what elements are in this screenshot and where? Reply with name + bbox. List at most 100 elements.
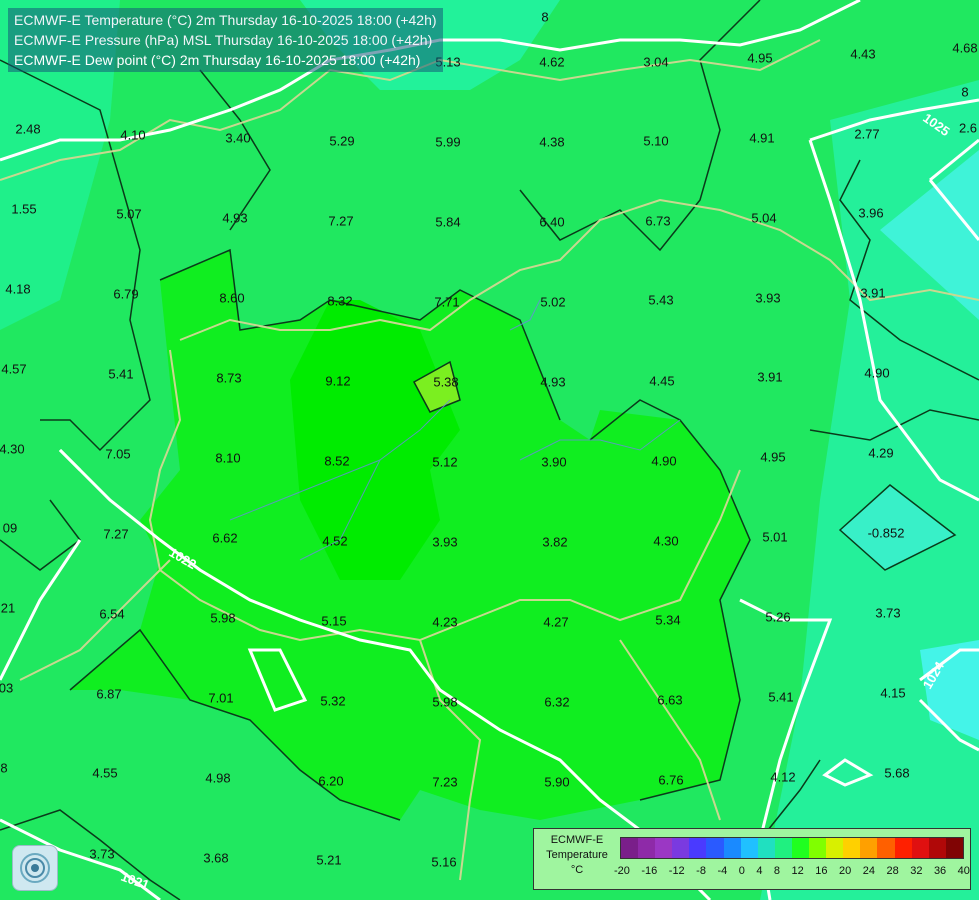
- temperature-value: 7.23: [432, 774, 458, 790]
- temperature-value: 4.10: [120, 127, 146, 143]
- scale-swatch: [945, 838, 963, 858]
- temperature-value: 8.32: [327, 293, 353, 309]
- scale-tick-label: -8: [696, 865, 706, 877]
- temperature-value: 5.43: [648, 292, 674, 308]
- scale-color-bar: [620, 837, 964, 859]
- scale-tick-label: 24: [862, 865, 875, 877]
- temperature-value: 5.02: [540, 294, 566, 310]
- temperature-value: 7.27: [328, 213, 354, 229]
- ecmwf-logo: [12, 845, 58, 891]
- temperature-value: 4.68: [952, 40, 978, 56]
- temperature-value: 4.30: [653, 533, 679, 549]
- scale-tick-label: 20: [839, 865, 852, 877]
- temperature-value: 4.95: [760, 449, 786, 465]
- temperature-value: 2.77: [854, 126, 880, 142]
- scale-swatch: [689, 838, 707, 858]
- temperature-value: 4.90: [864, 365, 890, 381]
- temperature-value: 3.68: [203, 850, 229, 866]
- temperature-value: 2.6: [958, 120, 978, 136]
- scale-tick-label: 16: [815, 865, 828, 877]
- scale-tick-label: 8: [773, 865, 781, 877]
- temperature-value: 4.93: [222, 210, 248, 226]
- temperature-value: 4.27: [543, 614, 569, 630]
- temperature-value: 5.15: [321, 613, 347, 629]
- temperature-value: 9.12: [325, 373, 351, 389]
- temperature-value: 5.38: [433, 374, 459, 390]
- scale-tick-label: 12: [791, 865, 804, 877]
- temperature-value: 3.96: [858, 205, 884, 221]
- temperature-value: 5.04: [751, 210, 777, 226]
- weather-map[interactable]: 1025 1022 1021 1024: [0, 0, 979, 900]
- temperature-value: 4.62: [539, 54, 565, 70]
- temperature-value: 5.34: [655, 612, 681, 628]
- scale-tick-label: 32: [910, 865, 923, 877]
- temperature-value: 3.91: [757, 369, 783, 385]
- temperature-value: 8.73: [216, 370, 242, 386]
- scale-swatch: [791, 838, 810, 858]
- temperature-value: 4.23: [432, 614, 458, 630]
- scale-swatch: [655, 838, 673, 858]
- scale-swatch: [894, 838, 912, 858]
- legend-temperature[interactable]: ECMWF-E Temperature (°C) 2m Thursday 16-…: [14, 10, 437, 30]
- temperature-value: 5.10: [643, 133, 669, 149]
- temperature-value: 09: [2, 520, 18, 536]
- temperature-value: 4.52: [322, 533, 348, 549]
- temperature-value: 8.52: [324, 453, 350, 469]
- temperature-value: 3.82: [542, 534, 568, 550]
- temperature-value: 5.26: [765, 609, 791, 625]
- temperature-value: 8.10: [215, 450, 241, 466]
- temperature-value: 3.91: [860, 285, 886, 301]
- temperature-value: 4.93: [540, 374, 566, 390]
- temperature-value: 7.27: [103, 526, 129, 542]
- temperature-value: 5.68: [884, 765, 910, 781]
- temperature-value: 5.90: [544, 774, 570, 790]
- temperature-value: 8.60: [219, 290, 245, 306]
- scale-tick-label: 0: [738, 865, 745, 877]
- temperature-value: 3.73: [875, 605, 901, 621]
- temperature-value: 3.73: [89, 846, 115, 862]
- temperature-color-scale: ECMWF-E Temperature °C -20 -16 -12 -8 -4 0 4 8 1…: [533, 828, 971, 890]
- temperature-value: 4.98: [205, 770, 231, 786]
- scale-swatch: [757, 838, 775, 858]
- temperature-value: 6.54: [99, 606, 125, 622]
- scale-tick-label: 40: [957, 865, 970, 877]
- temperature-value: 21: [0, 600, 16, 616]
- scale-tick-label: -16: [641, 865, 658, 877]
- temperature-value: 5.84: [435, 214, 461, 230]
- temperature-value: 4.55: [92, 765, 118, 781]
- temperature-value: 5.21: [316, 852, 342, 868]
- scale-swatch: [826, 838, 844, 858]
- temperature-value: 5.99: [435, 134, 461, 150]
- scale-swatch: [740, 838, 758, 858]
- temperature-value: 6.73: [645, 213, 671, 229]
- temperature-value: 6.20: [318, 773, 344, 789]
- temperature-value: 6.63: [657, 692, 683, 708]
- temperature-value: 3.04: [643, 54, 669, 70]
- temperature-value: 2.48: [15, 121, 41, 137]
- scale-swatch: [809, 838, 827, 858]
- scale-swatch: [723, 838, 741, 858]
- temperature-value: 7.71: [434, 294, 460, 310]
- scale-swatch: [860, 838, 878, 858]
- temperature-value: -0.852: [867, 525, 905, 541]
- temperature-value: 1.55: [11, 201, 37, 217]
- temperature-value: 6.76: [658, 772, 684, 788]
- temperature-value: 6.40: [539, 214, 565, 230]
- temperature-value: 4.18: [5, 281, 31, 297]
- temperature-value: 4.95: [747, 50, 773, 66]
- scale-swatch: [621, 838, 639, 858]
- temperature-value: 3.93: [432, 534, 458, 550]
- temperature-value: 4.15: [880, 685, 906, 701]
- temperature-value: 4.91: [749, 130, 775, 146]
- temperature-value: 5.12: [432, 454, 458, 470]
- temperature-value: 4.57: [1, 361, 27, 377]
- temperature-value: 6.62: [212, 530, 238, 546]
- temperature-value: 8: [541, 9, 549, 25]
- temperature-value: 5.29: [329, 133, 355, 149]
- legend-dewpoint[interactable]: ECMWF-E Dew point (°C) 2m Thursday 16-10…: [14, 50, 437, 70]
- swirl-icon: [20, 853, 50, 883]
- legend-pressure[interactable]: ECMWF-E Pressure (hPa) MSL Thursday 16-1…: [14, 30, 437, 50]
- temperature-value: 6.87: [96, 686, 122, 702]
- temperature-value: 8: [0, 760, 8, 776]
- scale-tick-label: -4: [717, 865, 728, 877]
